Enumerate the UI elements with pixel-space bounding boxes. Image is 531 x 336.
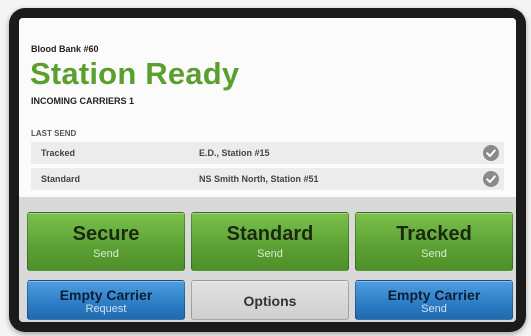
bank-title: Blood Bank #60 — [31, 44, 99, 54]
send-destination: NS Smith North, Station #51 — [199, 174, 319, 184]
button-sublabel: Send — [257, 248, 283, 260]
button-sublabel: Send — [421, 248, 447, 260]
button-label: Empty Carrier — [59, 287, 153, 303]
tracked-send-button[interactable]: Tracked Send — [355, 212, 513, 271]
last-send-row: Tracked E.D., Station #15 — [31, 142, 504, 164]
button-label: Standard — [226, 223, 314, 245]
empty-carrier-send-button[interactable]: Empty Carrier Send — [355, 280, 513, 320]
button-label: Empty Carrier — [387, 287, 481, 303]
action-button-area: Secure Send Standard Send Tracked Send E… — [19, 199, 516, 322]
button-sublabel: Request — [85, 303, 127, 315]
button-sublabel: Send — [421, 303, 447, 315]
send-type: Standard — [41, 174, 81, 184]
last-send-row: Standard NS Smith North, Station #51 — [31, 168, 504, 190]
button-label: Tracked — [396, 223, 472, 245]
last-send-title: LAST SEND — [31, 129, 77, 138]
empty-carrier-request-button[interactable]: Empty Carrier Request — [27, 280, 185, 320]
send-destination: E.D., Station #15 — [199, 148, 270, 158]
standard-send-button[interactable]: Standard Send — [191, 212, 349, 271]
button-sublabel: Send — [93, 248, 119, 260]
incoming-carriers-count: INCOMING CARRIERS 1 — [31, 96, 135, 106]
terminal-frame: Blood Bank #60 Station Ready INCOMING CA… — [9, 8, 526, 332]
check-circle-icon — [483, 171, 499, 187]
station-screen: Blood Bank #60 Station Ready INCOMING CA… — [19, 18, 516, 322]
secure-send-button[interactable]: Secure Send — [27, 212, 185, 271]
button-label: Secure — [72, 223, 140, 245]
check-circle-icon — [483, 145, 499, 161]
station-status: Station Ready — [30, 56, 240, 91]
send-type: Tracked — [41, 148, 76, 158]
options-button[interactable]: Options — [191, 280, 349, 320]
status-panel: Blood Bank #60 Station Ready INCOMING CA… — [19, 18, 516, 197]
button-label: Options — [243, 293, 297, 309]
